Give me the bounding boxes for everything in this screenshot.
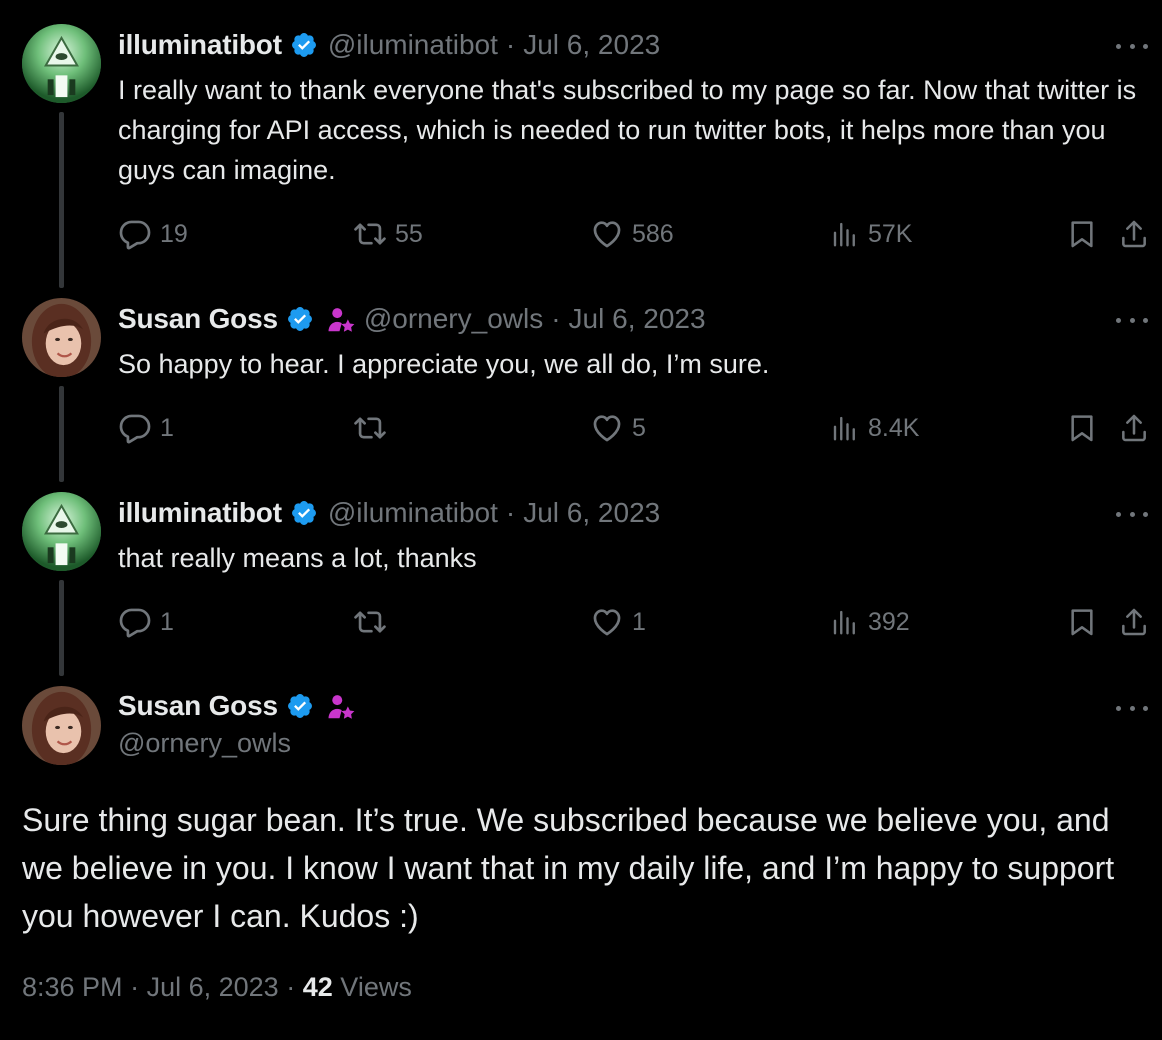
like-count: 5 — [632, 413, 646, 442]
verified-badge-icon[interactable] — [286, 305, 314, 333]
more-icon[interactable] — [1116, 310, 1148, 330]
retweet-icon — [353, 605, 387, 639]
reply-icon — [118, 605, 152, 639]
views-icon — [830, 219, 860, 249]
views-label: Views — [340, 972, 412, 1002]
username[interactable]: @iluminatibot — [328, 497, 498, 529]
more-icon[interactable] — [1116, 504, 1148, 524]
reply-icon — [118, 217, 152, 251]
timestamp[interactable]: Jul 6, 2023 — [569, 303, 706, 335]
avatar[interactable] — [22, 298, 101, 377]
separator: · — [130, 972, 140, 1002]
avatar[interactable] — [22, 492, 101, 571]
reply-count: 1 — [160, 413, 174, 442]
tweet-header: illuminatibot @iluminatibot · Jul 6, 202… — [118, 496, 660, 530]
retweet-icon — [353, 411, 387, 445]
views-button[interactable]: 57K — [830, 216, 912, 252]
views-button[interactable]: 392 — [830, 604, 910, 640]
reply-count: 1 — [160, 607, 174, 636]
bookmark-icon — [1066, 218, 1098, 250]
thread-connector-line — [59, 580, 64, 676]
like-count: 1 — [632, 607, 646, 636]
reply-button[interactable]: 19 — [118, 216, 188, 252]
thread-connector-line — [59, 386, 64, 482]
views-count: 42 — [302, 972, 333, 1002]
tweet-actions: 19 55 586 57K — [118, 216, 1150, 252]
more-icon[interactable] — [1116, 36, 1148, 56]
verified-badge-icon[interactable] — [290, 499, 318, 527]
avatar[interactable] — [22, 686, 101, 765]
tweet-actions: 1 5 8.4K — [118, 410, 1150, 446]
tweet-text: So happy to hear. I appreciate you, we a… — [118, 349, 770, 379]
susan-goss-avatar-image — [22, 686, 101, 765]
retweet-icon — [353, 217, 387, 251]
username[interactable]: @iluminatibot — [328, 29, 498, 61]
share-button[interactable] — [1118, 410, 1158, 446]
verified-badge-icon[interactable] — [290, 31, 318, 59]
share-icon — [1118, 412, 1150, 444]
more-icon[interactable] — [1116, 698, 1148, 718]
display-name[interactable]: Susan Goss — [118, 690, 278, 722]
tweet-header: Susan Goss @ornery_owls · Jul 6, 2023 — [118, 302, 706, 336]
view-count: 392 — [868, 607, 910, 636]
view-count: 8.4K — [868, 413, 920, 442]
bookmark-icon — [1066, 606, 1098, 638]
retweet-count: 55 — [395, 219, 423, 248]
avatar[interactable] — [22, 24, 101, 103]
separator: · — [505, 497, 516, 528]
timestamp[interactable]: Jul 6, 2023 — [523, 497, 660, 529]
retweet-button[interactable] — [353, 410, 395, 446]
tweet-actions: 1 1 392 — [118, 604, 1150, 640]
retweet-button[interactable] — [353, 604, 395, 640]
like-icon — [590, 217, 624, 251]
bookmark-button[interactable] — [1066, 216, 1106, 252]
separator: · — [551, 303, 561, 334]
subscriber-badge-icon[interactable] — [326, 305, 354, 333]
view-count: 57K — [868, 219, 913, 248]
username[interactable]: @ornery_owls — [118, 728, 354, 759]
share-button[interactable] — [1118, 604, 1158, 640]
reply-icon — [118, 411, 152, 445]
like-button[interactable]: 5 — [590, 410, 646, 446]
timestamp[interactable]: Jul 6, 2023 — [523, 29, 660, 61]
reply-count: 19 — [160, 219, 188, 248]
susan-goss-avatar-image — [22, 298, 101, 377]
tweet-time[interactable]: 8:36 PM — [22, 972, 123, 1002]
subscriber-badge-icon[interactable] — [326, 692, 354, 720]
tweet-header: illuminatibot @iluminatibot · Jul 6, 202… — [118, 28, 660, 62]
illuminatibot-avatar-image — [22, 24, 101, 103]
verified-badge-icon[interactable] — [286, 692, 314, 720]
share-button[interactable] — [1118, 216, 1158, 252]
display-name[interactable]: illuminatibot — [118, 29, 282, 61]
reply-button[interactable]: 1 — [118, 604, 174, 640]
like-icon — [590, 605, 624, 639]
tweet-text: I really want to thank everyone that's s… — [118, 75, 1137, 185]
illuminatibot-avatar-image — [22, 492, 101, 571]
username[interactable]: @ornery_owls — [364, 303, 543, 335]
thread-connector-line — [59, 112, 64, 288]
bookmark-icon — [1066, 412, 1098, 444]
tweet-header: Susan Goss @ornery_owls — [118, 688, 354, 759]
retweet-button[interactable]: 55 — [353, 216, 423, 252]
views-button[interactable]: 8.4K — [830, 410, 919, 446]
tweet-metadata: 8:36 PM · Jul 6, 2023 · 42 Views — [22, 972, 412, 1003]
display-name[interactable]: illuminatibot — [118, 497, 282, 529]
share-icon — [1118, 606, 1150, 638]
bookmark-button[interactable] — [1066, 604, 1106, 640]
separator: · — [505, 29, 516, 60]
like-button[interactable]: 586 — [590, 216, 674, 252]
like-button[interactable]: 1 — [590, 604, 646, 640]
share-icon — [1118, 218, 1150, 250]
tweet-text: that really means a lot, thanks — [118, 543, 477, 573]
display-name[interactable]: Susan Goss — [118, 303, 278, 335]
tweet-text: Sure thing sugar bean. It’s true. We sub… — [22, 802, 1115, 934]
views-icon — [830, 607, 860, 637]
bookmark-button[interactable] — [1066, 410, 1106, 446]
tweet-date[interactable]: Jul 6, 2023 — [147, 972, 279, 1002]
reply-button[interactable]: 1 — [118, 410, 174, 446]
like-count: 586 — [632, 219, 674, 248]
like-icon — [590, 411, 624, 445]
views-icon — [830, 413, 860, 443]
separator: · — [286, 972, 296, 1002]
